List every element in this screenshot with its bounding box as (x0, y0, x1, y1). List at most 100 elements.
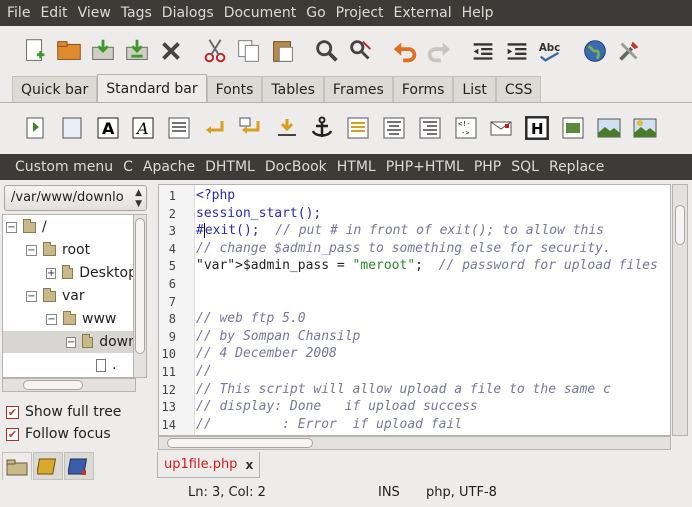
tab-standard-bar[interactable]: Standard bar (97, 74, 207, 102)
menu-edit[interactable]: Edit (35, 0, 72, 26)
custom-menu-replace[interactable]: Replace (544, 159, 609, 175)
browser-preview-button[interactable] (578, 34, 612, 68)
code-line[interactable]: "var">$admin_pass = "meroot"; // passwor… (196, 258, 658, 273)
tab-fonts[interactable]: Fonts (206, 76, 263, 102)
menu-project[interactable]: Project (331, 0, 389, 26)
custom-menu-php-html[interactable]: PHP+HTML (381, 159, 469, 175)
document-tab-label[interactable]: up1file.php (164, 457, 237, 472)
scrollbar-thumb[interactable] (167, 438, 313, 448)
code-line[interactable]: // display: Done if upload success (196, 399, 478, 414)
expander-icon[interactable]: − (66, 336, 77, 348)
comment-button[interactable]: <!- -> (452, 114, 480, 142)
menu-dialogs[interactable]: Dialogs (157, 0, 219, 26)
code-line[interactable]: // 4 December 2008 (196, 346, 337, 361)
checkbox-checked-icon[interactable]: ✔ (6, 427, 19, 441)
indent-button[interactable] (500, 34, 534, 68)
unindent-button[interactable] (466, 34, 500, 68)
tree-node[interactable]: − root (3, 239, 135, 261)
email-button[interactable] (487, 114, 515, 142)
open-file-button[interactable] (52, 34, 86, 68)
break-button[interactable] (201, 114, 229, 142)
code-line[interactable]: // (196, 364, 212, 379)
tab-frames[interactable]: Frames (323, 76, 393, 102)
code-line[interactable]: // : Error if upload fail (196, 417, 462, 432)
code-line[interactable]: // change $admin_pass to something else … (196, 241, 611, 256)
tree-node[interactable]: . (3, 354, 135, 376)
tree-horizontal-scrollbar[interactable] (2, 378, 136, 392)
code-line[interactable]: #exit(); // put # in front of exit(); to… (196, 223, 604, 239)
preferences-button[interactable] (612, 34, 646, 68)
quickstart-button[interactable] (22, 114, 50, 142)
code-line[interactable]: // by Sompan Chansilp (196, 329, 360, 344)
custom-menu-dhtml[interactable]: DHTML (200, 159, 260, 175)
tab-filebrowser[interactable] (2, 452, 32, 480)
file-tree[interactable]: − / − root + Desktop − var − www − down. (2, 214, 136, 378)
insert-image-button[interactable] (631, 114, 659, 142)
custom-menu-php[interactable]: PHP (469, 159, 506, 175)
heading-button[interactable]: H (523, 114, 551, 142)
tree-node[interactable]: + Desktop (3, 262, 135, 284)
paragraph-button[interactable] (165, 114, 193, 142)
custom-menu-c[interactable]: C (118, 159, 138, 175)
bold-button[interactable]: A (94, 114, 122, 142)
tab-tables[interactable]: Tables (262, 76, 324, 102)
tab-forms[interactable]: Forms (392, 76, 454, 102)
custom-menu-html[interactable]: HTML (332, 159, 381, 175)
save-as-button[interactable] (120, 34, 154, 68)
code-line[interactable]: <?php (196, 188, 235, 203)
scrollbar-thumb[interactable] (135, 218, 145, 354)
center-button[interactable] (380, 114, 408, 142)
custom-menu-custom-menu[interactable]: Custom menu (10, 159, 118, 175)
new-file-button[interactable] (18, 34, 52, 68)
expander-icon[interactable]: + (46, 267, 57, 279)
paste-button[interactable] (266, 34, 300, 68)
tree-node[interactable]: − down (3, 331, 135, 353)
nbsp-button[interactable] (273, 114, 301, 142)
expander-icon[interactable]: − (6, 221, 17, 233)
menu-go[interactable]: Go (301, 0, 330, 26)
menu-tags[interactable]: Tags (116, 0, 157, 26)
path-combobox[interactable]: /var/www/downlo ▲ ▼ (4, 185, 147, 211)
rule-button[interactable] (344, 114, 372, 142)
tab-css[interactable]: CSS (495, 76, 542, 102)
code-line[interactable]: // web ftp 5.0 (196, 311, 306, 326)
menu-external[interactable]: External (389, 0, 457, 26)
tree-node[interactable]: − www (3, 308, 135, 330)
tree-vertical-scrollbar[interactable] (133, 214, 147, 378)
italic-button[interactable]: A (129, 114, 157, 142)
break-clear-button[interactable] (237, 114, 265, 142)
tab-list[interactable]: List (453, 76, 496, 102)
tab-bookmarks[interactable] (33, 452, 63, 480)
menu-view[interactable]: View (73, 0, 116, 26)
replace-button[interactable] (344, 34, 378, 68)
show-full-tree-checkbox[interactable]: ✔ Show full tree (6, 404, 121, 420)
menu-help[interactable]: Help (457, 0, 499, 26)
undo-button[interactable] (388, 34, 422, 68)
code-line[interactable]: session_start(); (196, 206, 321, 221)
redo-button[interactable] (422, 34, 456, 68)
editor-vertical-scrollbar[interactable] (672, 184, 688, 436)
menu-file[interactable]: File (2, 0, 35, 26)
body-button[interactable] (58, 114, 86, 142)
save-button[interactable] (86, 34, 120, 68)
custom-menu-sql[interactable]: SQL (506, 159, 544, 175)
custom-menu-apache[interactable]: Apache (138, 159, 200, 175)
code-line[interactable]: // This script will allow upload a file … (196, 382, 611, 397)
tab-charmap[interactable] (64, 452, 94, 480)
scrollbar-thumb[interactable] (23, 380, 83, 390)
spellcheck-button[interactable]: Abc (534, 34, 568, 68)
editor-horizontal-scrollbar[interactable] (158, 436, 671, 450)
tab-quick-bar[interactable]: Quick bar (12, 76, 98, 102)
code-editor[interactable]: 123456789101112131415 <?phpsession_start… (158, 184, 671, 436)
copy-button[interactable] (232, 34, 266, 68)
expander-icon[interactable]: − (46, 313, 57, 325)
tree-node[interactable]: − / (3, 216, 135, 238)
thumbnail-button[interactable] (595, 114, 623, 142)
right-button[interactable] (416, 114, 444, 142)
find-button[interactable] (310, 34, 344, 68)
anchor-button[interactable] (308, 114, 336, 142)
tree-node[interactable]: − var (3, 285, 135, 307)
menu-document[interactable]: Document (219, 0, 302, 26)
close-button[interactable] (154, 34, 188, 68)
expander-icon[interactable]: − (26, 290, 37, 302)
